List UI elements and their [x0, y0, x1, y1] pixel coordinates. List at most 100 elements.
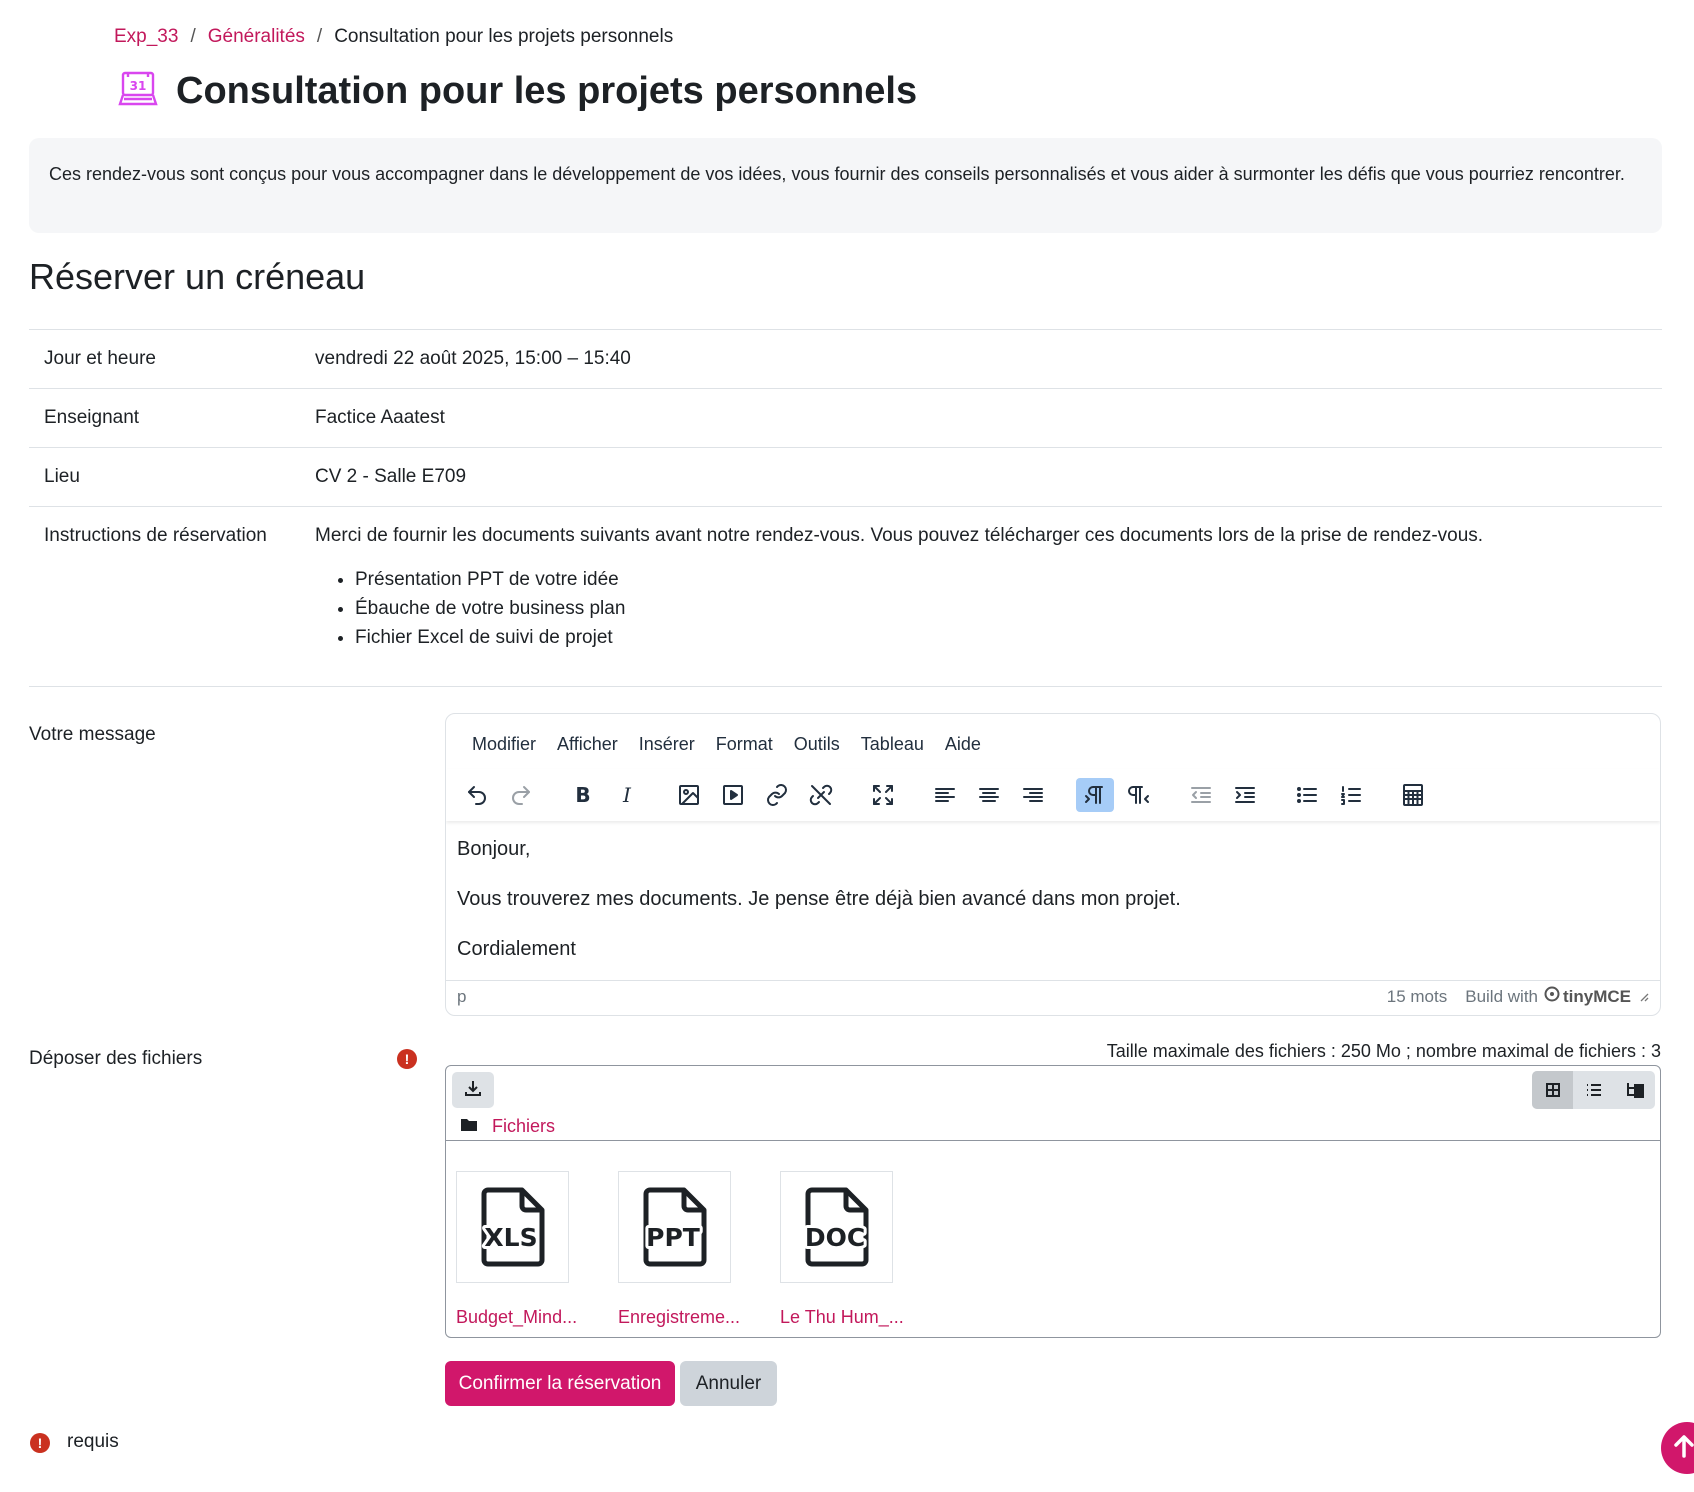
menu-table[interactable]: Tableau: [861, 734, 924, 769]
file-manager: Fichiers XLS Budget_Mind... PPT Enregist…: [445, 1065, 1661, 1338]
message-label: Votre message: [29, 724, 156, 745]
page-header: 31 Consultation pour les projets personn…: [118, 70, 917, 113]
list-view-button[interactable]: [1573, 1071, 1614, 1109]
table-row: Jour et heure vendredi 22 août 2025, 15:…: [29, 329, 1662, 388]
image-icon[interactable]: [670, 778, 708, 812]
unlink-icon[interactable]: [802, 778, 840, 812]
file-item[interactable]: PPT Enregistreme...: [618, 1171, 740, 1328]
file-list: XLS Budget_Mind... PPT Enregistreme... D: [456, 1171, 904, 1328]
file-item[interactable]: DOC Le Thu Hum_...: [780, 1171, 904, 1328]
tinymce-logo-icon: [1544, 986, 1560, 1007]
page-title: Consultation pour les projets personnels: [176, 70, 918, 112]
align-center-icon[interactable]: [970, 778, 1008, 812]
editor-content[interactable]: Bonjour, Vous trouverez mes documents. J…: [446, 821, 1660, 980]
breadcrumb-current: Consultation pour les projets personnels: [334, 26, 674, 47]
editor-paragraph: Cordialement: [457, 938, 576, 960]
folder-icon: [460, 1116, 478, 1137]
word-count[interactable]: 15 mots: [1387, 987, 1447, 1007]
table-row: Lieu CV 2 - Salle E709: [29, 447, 1662, 506]
file-name[interactable]: Budget_Mind...: [456, 1307, 577, 1328]
confirm-booking-button[interactable]: Confirmer la réservation: [445, 1361, 675, 1406]
rtl-icon[interactable]: [1120, 778, 1158, 812]
download-button[interactable]: [452, 1072, 494, 1108]
editor-menubar: Modifier Afficher Insérer Format Outils …: [446, 714, 1660, 769]
slot-details-table: Jour et heure vendredi 22 août 2025, 15:…: [29, 329, 1662, 687]
folder-path: Fichiers: [460, 1116, 555, 1137]
file-name[interactable]: Le Thu Hum_...: [780, 1307, 904, 1328]
rich-text-editor: Modifier Afficher Insérer Format Outils …: [445, 713, 1661, 1016]
ltr-icon[interactable]: [1076, 778, 1114, 812]
element-path[interactable]: p: [457, 987, 466, 1007]
teacher-value: Factice Aaatest: [315, 407, 445, 428]
calendar-icon: 31: [118, 70, 158, 113]
media-icon[interactable]: [714, 778, 752, 812]
undo-icon[interactable]: [458, 778, 496, 812]
fullscreen-icon[interactable]: [864, 778, 902, 812]
location-label: Lieu: [44, 466, 80, 487]
required-icon: !: [30, 1433, 50, 1453]
list-item: Présentation PPT de votre idée: [355, 565, 1662, 594]
editor-toolbar: B I: [446, 769, 1660, 821]
menu-help[interactable]: Aide: [945, 734, 981, 769]
align-left-icon[interactable]: [926, 778, 964, 812]
resize-handle-icon[interactable]: [1637, 987, 1649, 1007]
required-legend: requis: [67, 1431, 119, 1452]
tree-view-button[interactable]: [1614, 1071, 1655, 1109]
files-label: Déposer des fichiers: [29, 1048, 203, 1069]
folder-link[interactable]: Fichiers: [492, 1116, 555, 1137]
breadcrumb-separator: /: [190, 26, 196, 47]
arrow-up-icon: [1673, 1434, 1694, 1463]
teacher-label: Enseignant: [44, 407, 140, 428]
svg-text:PPT: PPT: [646, 1223, 700, 1252]
location-value: CV 2 - Salle E709: [315, 466, 467, 487]
svg-text:DOC: DOC: [804, 1223, 864, 1252]
breadcrumb-course-link[interactable]: Exp_33: [114, 26, 178, 48]
file-limits: Taille maximale des fichiers : 250 Mo ; …: [1106, 1041, 1661, 1061]
menu-insert[interactable]: Insérer: [639, 734, 695, 769]
back-to-top-button[interactable]: [1661, 1422, 1694, 1474]
bullet-list-icon[interactable]: [1288, 778, 1326, 812]
breadcrumb-separator: /: [316, 26, 323, 47]
svg-text:XLS: XLS: [484, 1223, 537, 1252]
file-item[interactable]: XLS Budget_Mind...: [456, 1171, 577, 1328]
list-item: Fichier Excel de suivi de projet: [355, 623, 1662, 652]
doc-file-icon: DOC: [780, 1171, 893, 1283]
breadcrumb: Exp_33 / Généralités / Consultation pour…: [114, 26, 673, 48]
cancel-button[interactable]: Annuler: [680, 1361, 777, 1406]
redo-icon[interactable]: [502, 778, 540, 812]
download-icon: [464, 1079, 482, 1102]
svg-text:B: B: [575, 783, 590, 807]
menu-view[interactable]: Afficher: [557, 734, 618, 769]
section-title: Réserver un créneau: [29, 256, 366, 297]
menu-tools[interactable]: Outils: [794, 734, 840, 769]
calculator-icon[interactable]: [1394, 778, 1432, 812]
ppt-file-icon: PPT: [618, 1171, 731, 1283]
file-name[interactable]: Enregistreme...: [618, 1307, 740, 1328]
italic-icon[interactable]: I: [608, 778, 646, 812]
breadcrumb-section-link[interactable]: Généralités: [208, 26, 305, 48]
link-icon[interactable]: [758, 778, 796, 812]
menu-format[interactable]: Format: [716, 734, 773, 769]
svg-text:I: I: [622, 783, 632, 807]
date-value: vendredi 22 août 2025, 15:00 – 15:40: [315, 348, 631, 369]
svg-text:31: 31: [130, 79, 147, 93]
menu-edit[interactable]: Modifier: [472, 734, 536, 769]
build-with-label: Build with: [1465, 986, 1538, 1006]
instructions-value: Merci de fournir les documents suivants …: [315, 507, 1662, 686]
instructions-label: Instructions de réservation: [44, 525, 267, 546]
date-label: Jour et heure: [44, 348, 156, 369]
view-switcher: [1532, 1071, 1655, 1109]
numbered-list-icon[interactable]: [1332, 778, 1370, 812]
editor-paragraph: Bonjour,: [457, 838, 531, 860]
align-right-icon[interactable]: [1014, 778, 1052, 812]
editor-statusbar: p 15 mots Build with tinyMCE: [446, 980, 1660, 1012]
tinymce-brand[interactable]: tinyMCE: [1563, 987, 1631, 1007]
list-item: Ébauche de votre business plan: [355, 594, 1662, 623]
indent-icon[interactable]: [1226, 778, 1264, 812]
outdent-icon[interactable]: [1182, 778, 1220, 812]
file-manager-toolbar: Fichiers: [446, 1066, 1660, 1141]
activity-description: Ces rendez-vous sont conçus pour vous ac…: [29, 138, 1662, 233]
icon-view-button[interactable]: [1532, 1071, 1573, 1109]
bold-icon[interactable]: B: [564, 778, 602, 812]
table-row: Enseignant Factice Aaatest: [29, 388, 1662, 447]
